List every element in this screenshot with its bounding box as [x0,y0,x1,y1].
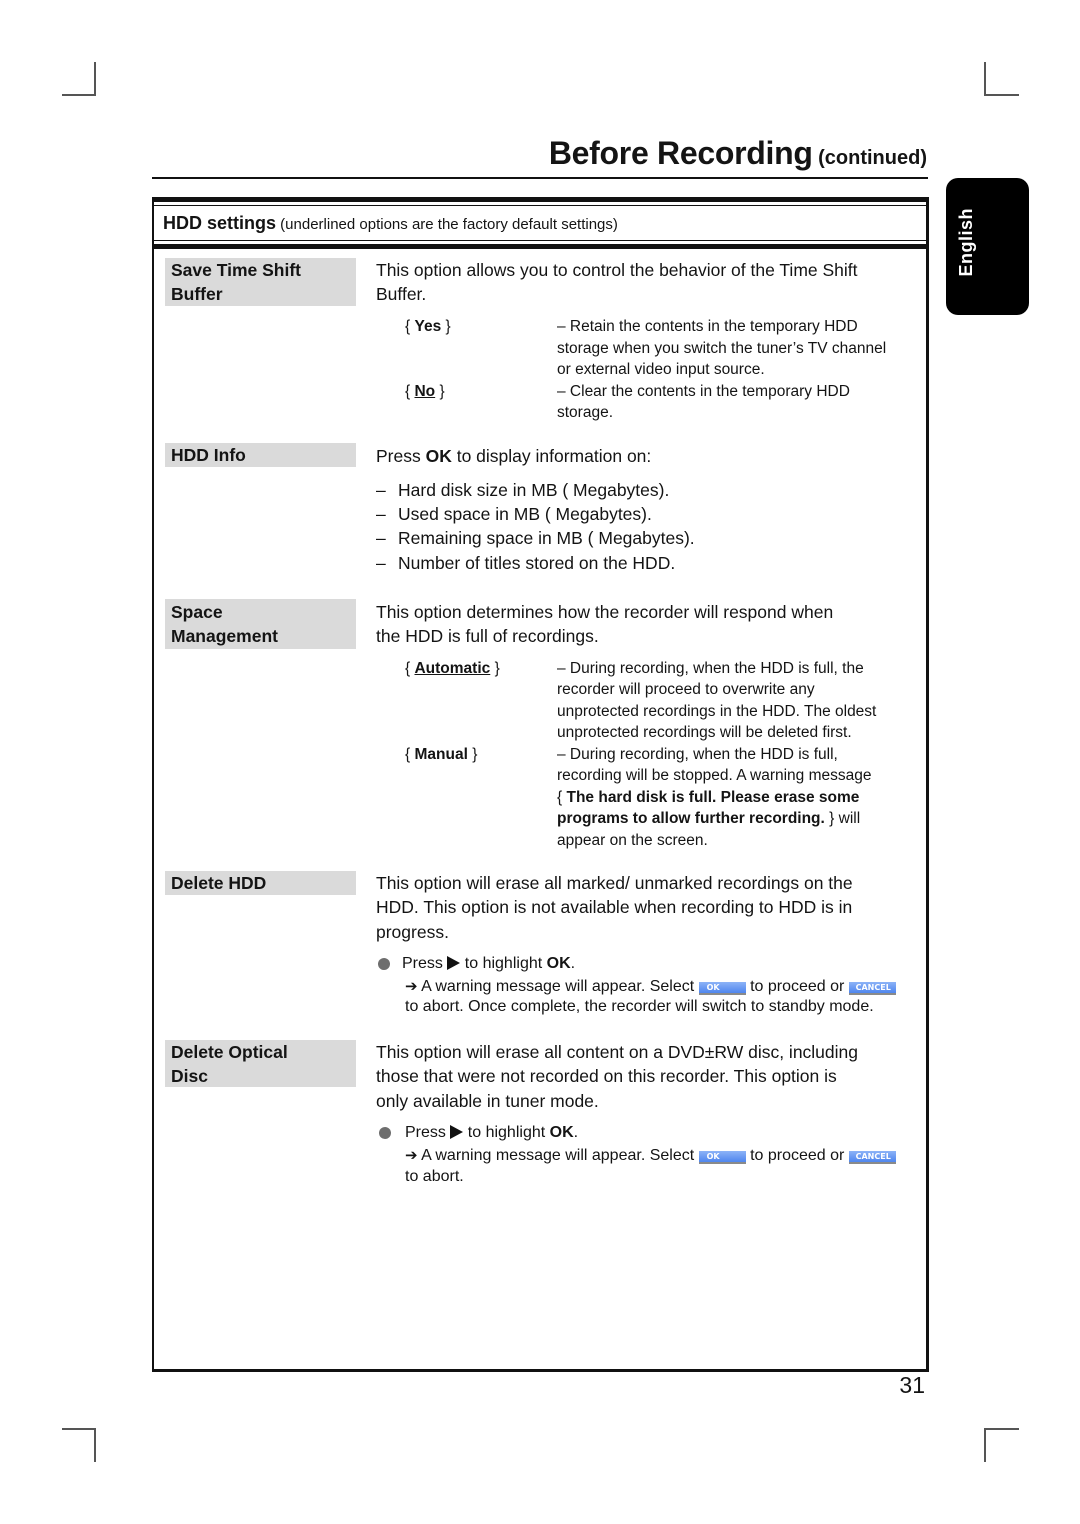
setting-label-line: Delete Optical [171,1042,288,1062]
list-item: Used space in MB ( Megabytes). [398,504,652,524]
option-description-line: unprotected recordings in the HDD. The o… [557,703,877,720]
setting-description-line: progress. [376,922,449,942]
settings-header-title: HDD settings [163,213,277,233]
setting-description-line: the HDD is full of recordings. [376,626,599,646]
page-title-suffix: (continued) [812,147,927,169]
right-arrow-icon: ➔ [405,977,418,995]
option-description-line: – Clear the contents in the temporary HD… [557,383,850,400]
ok-button-graphic: OK [698,1151,746,1164]
option-key-manual: { Manual } [405,746,478,763]
list-dash: – [376,504,386,524]
manual-page: Before Recording (continued) English HDD… [0,0,1080,1524]
settings-header: HDD settings (underlined options are the… [163,211,618,237]
right-arrow-icon: ➔ [405,1146,418,1164]
title-rule [152,177,928,179]
warning-message-text: The hard disk is full. Please erase some [566,789,860,806]
setting-description-line: This option will erase all content on a … [376,1042,859,1062]
language-tab: English [946,178,1029,315]
list-item: Hard disk size in MB ( Megabytes). [398,480,670,500]
step-instruction: Press to highlight OK. [405,1124,579,1141]
language-tab-label: English [956,208,976,277]
setting-label: Space Management [165,599,356,649]
option-description-line: – During recording, when the HDD is full… [557,660,864,677]
option-name: No [414,383,436,400]
option-key-yes: { Yes } [405,318,451,335]
setting-description-line: This option allows you to control the be… [376,260,858,280]
setting-description-line: This option determines how the recorder … [376,602,834,622]
setting-label: Delete HDD [165,871,356,895]
option-description-line: storage when you switch the tuner’s TV c… [557,340,887,357]
list-dash: – [376,480,386,500]
ok-key-name: OK [425,446,452,466]
step-bullet-icon [378,958,390,970]
option-description-line: appear on the screen. [557,832,708,849]
warning-message-line: { The hard disk is full. Please erase so… [557,789,860,806]
option-description-line: storage. [557,404,614,421]
list-item: Remaining space in MB ( Megabytes). [398,528,695,548]
list-item: Number of titles stored on the HDD. [398,553,676,573]
list-dash: – [376,553,386,573]
setting-label-line: Delete HDD [171,873,267,893]
setting-description-line: HDD. This option is not available when r… [376,897,853,917]
setting-label-line: Space [171,602,223,622]
page-title-main: Before Recording [548,135,813,171]
setting-label-line: Disc [171,1066,208,1086]
warning-message-text: programs to allow further recording. [557,810,825,827]
list-dash: – [376,528,386,548]
step-instruction: Press to highlight OK. [402,955,576,972]
step-bullet-icon [379,1127,391,1139]
cancel-button-graphic: CANCEL [848,1151,896,1164]
setting-label: Delete Optical Disc [165,1040,356,1087]
settings-header-note: (underlined options are the factory defa… [276,216,618,233]
step-result-continuation: to abort. [405,1168,464,1185]
setting-label: HDD Info [165,443,356,467]
setting-description-line: This option will erase all marked/ unmar… [376,873,853,893]
setting-label-line: Buffer [171,284,223,304]
setting-description-line: those that were not recorded on this rec… [376,1066,837,1086]
setting-description-line: only available in tuner mode. [376,1091,599,1111]
ok-button-graphic: OK [698,982,746,995]
option-description-line: – During recording, when the HDD is full… [557,746,838,763]
step-result-continuation: to abort. Once complete, the recorder wi… [405,998,874,1015]
setting-description-line: Buffer. [376,284,427,304]
option-description-line: recording will be stopped. A warning mes… [557,767,872,784]
setting-label-line: HDD Info [171,445,246,465]
option-name: Manual [414,746,468,763]
step-result: ➔ A warning message will appear. Select … [405,1144,896,1167]
setting-label-line: Save Time Shift [171,260,302,280]
setting-label-line: Management [171,626,278,646]
step-result: ➔ A warning message will appear. Select … [405,975,896,998]
play-triangle-icon [447,956,461,970]
option-description-line: – Retain the contents in the temporary H… [557,318,858,335]
option-description-line: recorder will proceed to overwrite any [557,681,815,698]
option-name: Yes [414,318,442,335]
page-title: Before Recording (continued) [549,131,927,182]
option-description-line: or external video input source. [557,361,765,378]
option-name: Automatic [414,660,491,677]
setting-description-line: Press OK to display information on: [376,446,652,466]
cancel-button-graphic: CANCEL [848,982,896,995]
play-triangle-icon [450,1125,464,1139]
warning-message-line: programs to allow further recording. } w… [557,810,861,827]
option-key-no: { No } [405,383,445,400]
setting-label: Save Time Shift Buffer [165,258,356,306]
option-key-automatic: { Automatic } [405,660,500,677]
option-description-line: unprotected recordings will be deleted f… [557,724,852,741]
page-number: 31 [899,1372,925,1398]
